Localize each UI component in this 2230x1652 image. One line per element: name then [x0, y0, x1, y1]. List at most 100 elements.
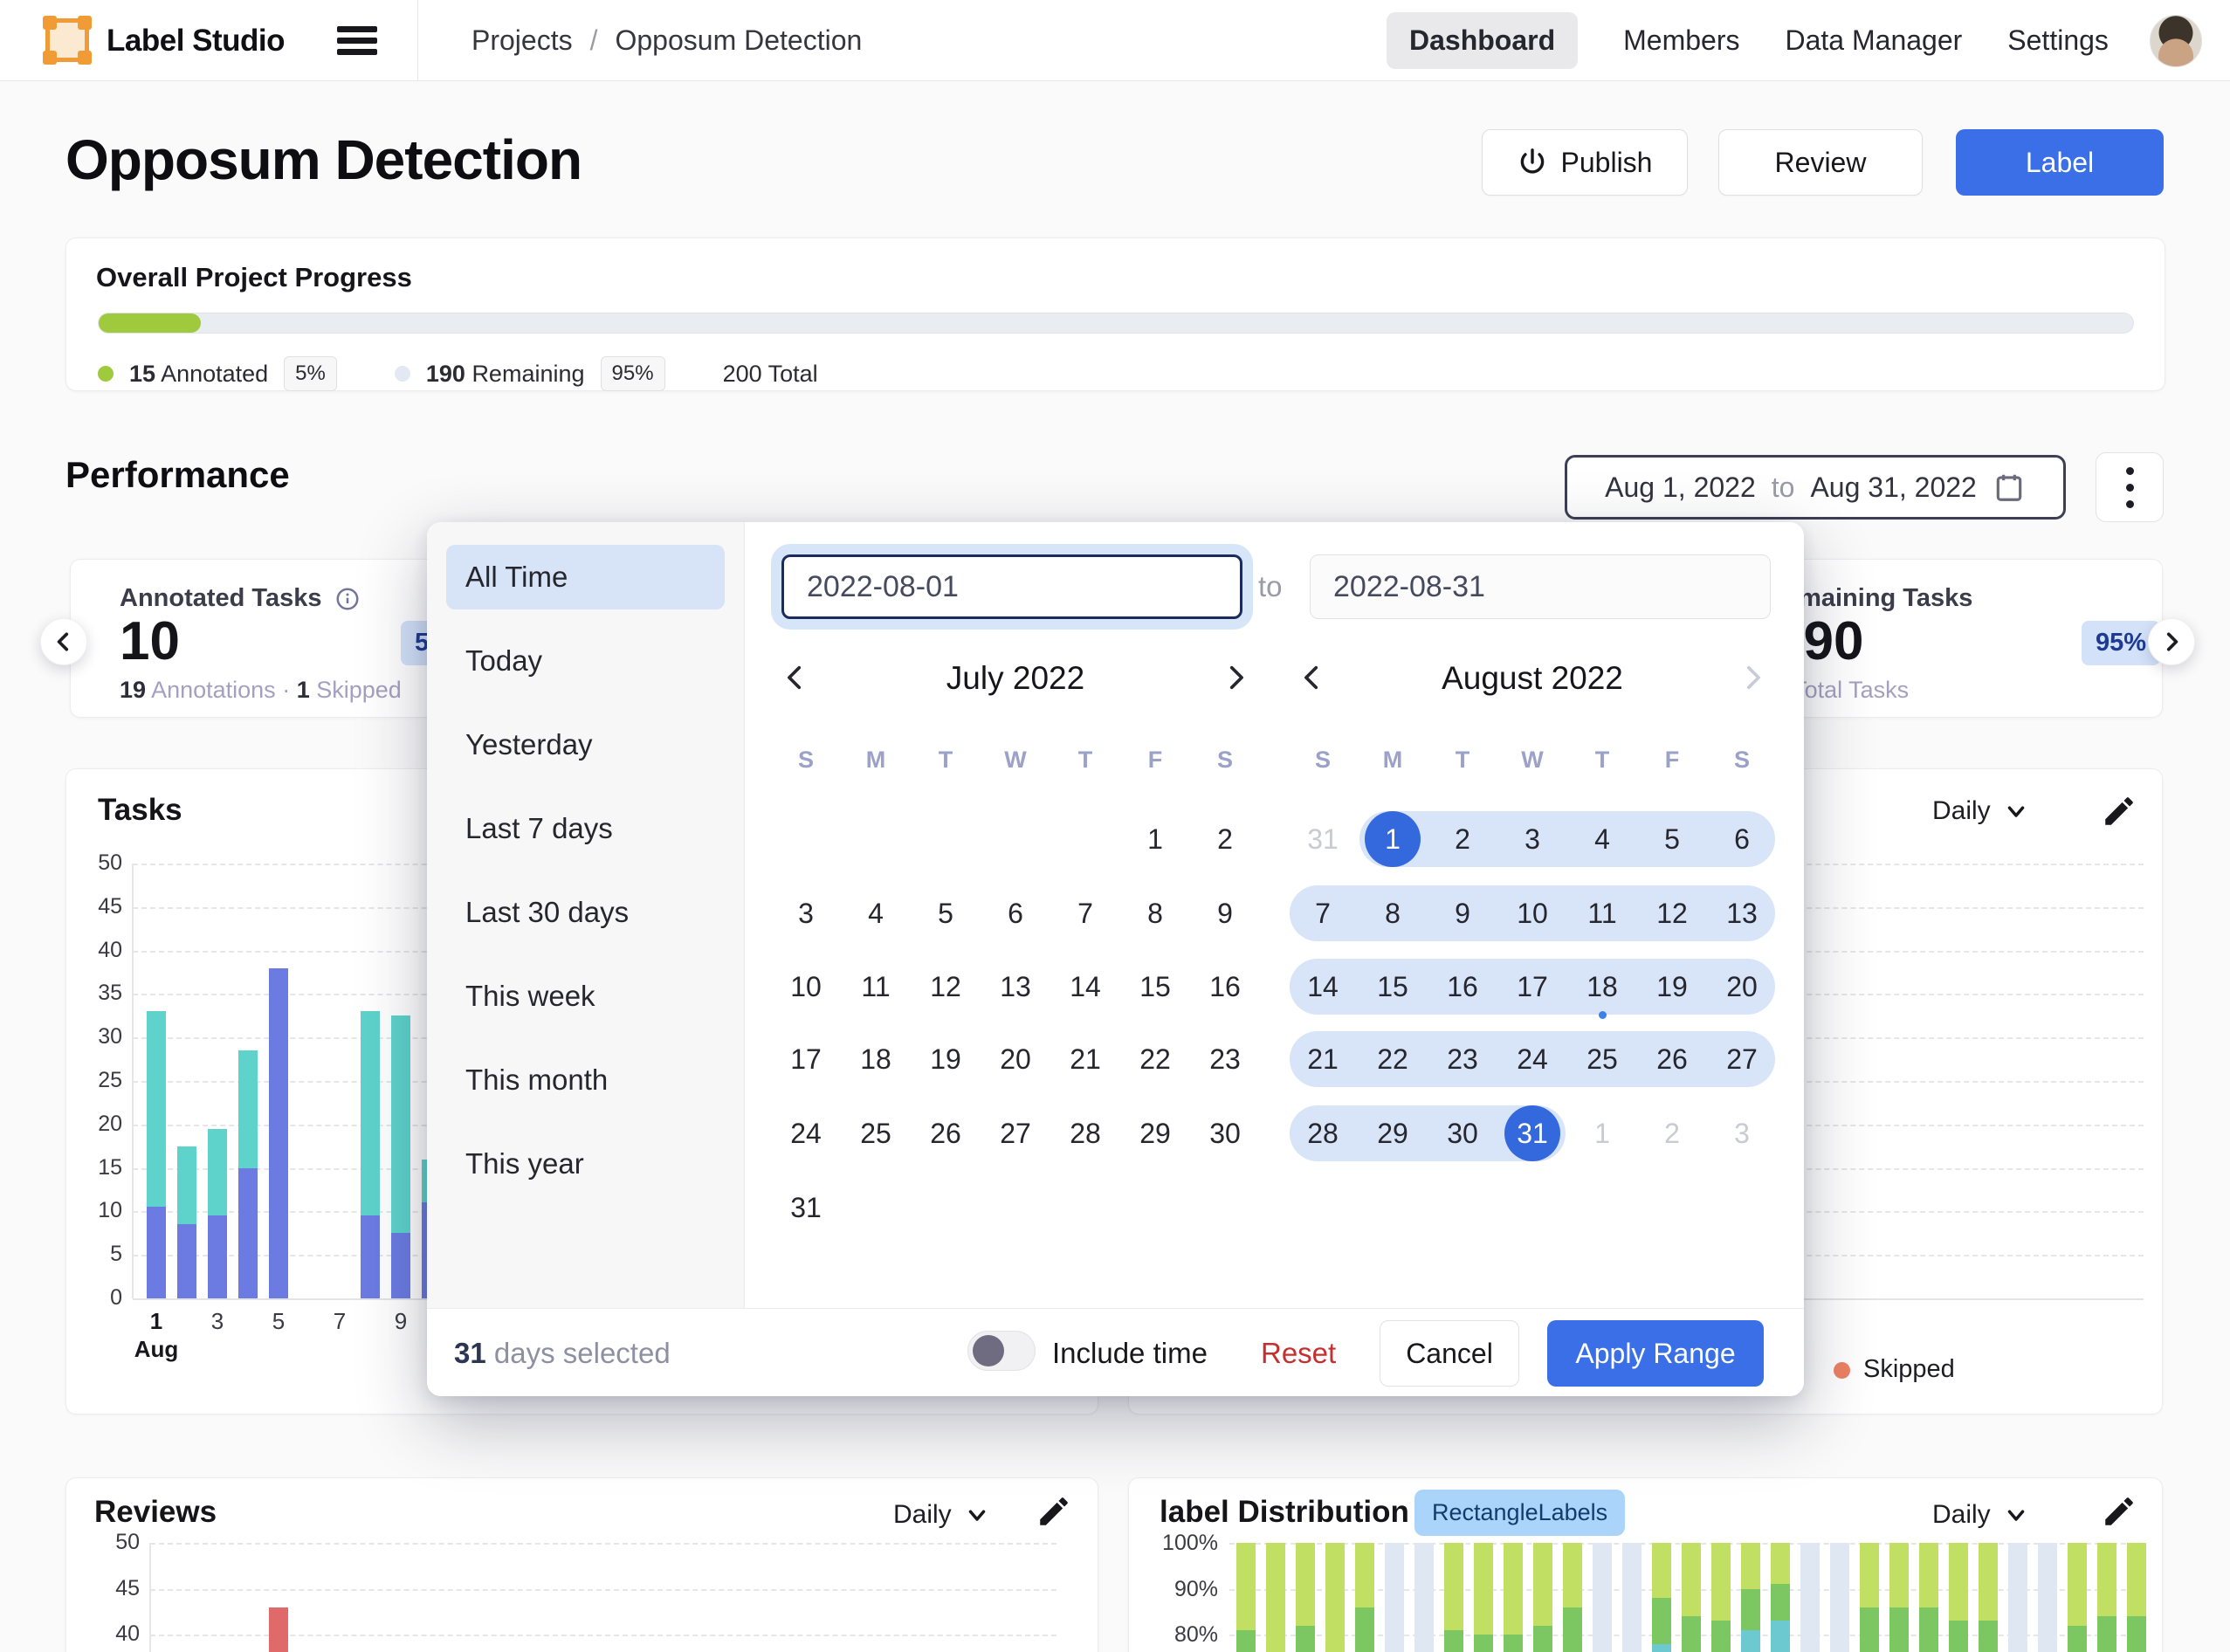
day-august-2022-20[interactable]: 20 [1707, 950, 1777, 1023]
day-august-2022-2[interactable]: 2 [1428, 802, 1497, 876]
day-july-2022-28[interactable]: 28 [1050, 1097, 1120, 1170]
day-august-2022-30[interactable]: 30 [1428, 1097, 1497, 1170]
day-july-2022-10[interactable]: 10 [771, 950, 841, 1023]
day-july-2022-15[interactable]: 15 [1120, 950, 1190, 1023]
day-july-2022-19[interactable]: 19 [911, 1022, 981, 1096]
preset-last-30-days[interactable]: Last 30 days [427, 871, 744, 954]
day-august-2022-7[interactable]: 7 [1288, 877, 1358, 950]
day-august-2022-5[interactable]: 5 [1637, 802, 1707, 876]
daily-tasks-edit-icon[interactable] [2101, 793, 2137, 829]
day-august-2022-24[interactable]: 24 [1497, 1022, 1567, 1096]
day-july-2022-23[interactable]: 23 [1190, 1022, 1260, 1096]
day-july-2022-21[interactable]: 21 [1050, 1022, 1120, 1096]
preset-yesterday[interactable]: Yesterday [427, 703, 744, 787]
reviews-edit-icon[interactable] [1036, 1493, 1072, 1530]
preset-this-week[interactable]: This week [427, 954, 744, 1038]
day-august-2022-13[interactable]: 13 [1707, 877, 1777, 950]
day-august-2022-26[interactable]: 26 [1637, 1022, 1707, 1096]
day-august-2022-29[interactable]: 29 [1358, 1097, 1428, 1170]
day-july-2022-13[interactable]: 13 [981, 950, 1050, 1023]
review-button[interactable]: Review [1718, 129, 1923, 196]
prev-month-icon-august-2022[interactable] [1293, 658, 1332, 697]
day-july-2022-22[interactable]: 22 [1120, 1022, 1190, 1096]
preset-today[interactable]: Today [427, 619, 744, 703]
day-august-2022-11[interactable]: 11 [1567, 877, 1637, 950]
day-august-2022-10[interactable]: 10 [1497, 877, 1567, 950]
day-july-2022-30[interactable]: 30 [1190, 1097, 1260, 1170]
day-july-2022-25[interactable]: 25 [841, 1097, 911, 1170]
day-august-2022-16[interactable]: 16 [1428, 950, 1497, 1023]
day-july-2022-14[interactable]: 14 [1050, 950, 1120, 1023]
next-month-icon-august-2022[interactable] [1733, 658, 1772, 697]
day-july-2022-12[interactable]: 12 [911, 950, 981, 1023]
nav-item-settings[interactable]: Settings [2007, 24, 2109, 57]
include-time-toggle[interactable] [967, 1331, 1036, 1371]
day-july-2022-24[interactable]: 24 [771, 1097, 841, 1170]
daily-tasks-period-dropdown[interactable]: Daily [1932, 796, 2029, 826]
hamburger-menu-icon[interactable] [337, 26, 377, 56]
day-august-2022-12[interactable]: 12 [1637, 877, 1707, 950]
label-distribution-edit-icon[interactable] [2101, 1493, 2137, 1530]
day-july-2022-16[interactable]: 16 [1190, 950, 1260, 1023]
next-month-icon-july-2022[interactable] [1216, 658, 1255, 697]
day-august-2022-4[interactable]: 4 [1567, 802, 1637, 876]
day-july-2022-26[interactable]: 26 [911, 1097, 981, 1170]
day-august-2022-1[interactable]: 1 [1567, 1097, 1637, 1170]
day-july-2022-17[interactable]: 17 [771, 1022, 841, 1096]
day-august-2022-15[interactable]: 15 [1358, 950, 1428, 1023]
day-july-2022-20[interactable]: 20 [981, 1022, 1050, 1096]
label-distribution-period-dropdown[interactable]: Daily [1932, 1500, 2029, 1530]
day-august-2022-22[interactable]: 22 [1358, 1022, 1428, 1096]
day-august-2022-2[interactable]: 2 [1637, 1097, 1707, 1170]
day-august-2022-3[interactable]: 3 [1707, 1097, 1777, 1170]
reset-button[interactable]: Reset [1261, 1337, 1336, 1370]
date-range-button[interactable]: Aug 1, 2022 to Aug 31, 2022 [1565, 455, 2066, 520]
day-july-2022-9[interactable]: 9 [1190, 877, 1260, 950]
publish-button[interactable]: Publish [1482, 129, 1688, 196]
day-august-2022-8[interactable]: 8 [1358, 877, 1428, 950]
cancel-button[interactable]: Cancel [1380, 1320, 1519, 1387]
day-july-2022-3[interactable]: 3 [771, 877, 841, 950]
performance-menu-button[interactable] [2096, 452, 2164, 522]
day-july-2022-5[interactable]: 5 [911, 877, 981, 950]
breadcrumb-projects[interactable]: Projects [471, 24, 573, 56]
day-july-2022-31[interactable]: 31 [771, 1171, 841, 1244]
day-august-2022-27[interactable]: 27 [1707, 1022, 1777, 1096]
carousel-next-button[interactable] [2148, 618, 2195, 665]
start-date-input[interactable] [781, 554, 1242, 619]
nav-item-dashboard[interactable]: Dashboard [1387, 12, 1578, 69]
user-avatar[interactable] [2150, 15, 2202, 67]
apply-range-button[interactable]: Apply Range [1547, 1320, 1764, 1387]
prev-month-icon-july-2022[interactable] [776, 658, 815, 697]
nav-item-members[interactable]: Members [1623, 24, 1739, 57]
preset-this-month[interactable]: This month [427, 1038, 744, 1122]
day-august-2022-23[interactable]: 23 [1428, 1022, 1497, 1096]
day-july-2022-27[interactable]: 27 [981, 1097, 1050, 1170]
day-august-2022-25[interactable]: 25 [1567, 1022, 1637, 1096]
day-july-2022-18[interactable]: 18 [841, 1022, 911, 1096]
day-july-2022-1[interactable]: 1 [1120, 802, 1190, 876]
day-july-2022-11[interactable]: 11 [841, 950, 911, 1023]
day-august-2022-1[interactable]: 1 [1358, 802, 1428, 876]
day-august-2022-28[interactable]: 28 [1288, 1097, 1358, 1170]
label-button[interactable]: Label [1956, 129, 2164, 196]
preset-all-time[interactable]: All Time [427, 535, 744, 619]
day-july-2022-8[interactable]: 8 [1120, 877, 1190, 950]
end-date-input[interactable] [1310, 554, 1771, 619]
carousel-prev-button[interactable] [40, 618, 87, 665]
day-july-2022-4[interactable]: 4 [841, 877, 911, 950]
day-august-2022-14[interactable]: 14 [1288, 950, 1358, 1023]
day-august-2022-19[interactable]: 19 [1637, 950, 1707, 1023]
day-july-2022-2[interactable]: 2 [1190, 802, 1260, 876]
day-august-2022-31[interactable]: 31 [1288, 802, 1358, 876]
day-august-2022-31[interactable]: 31 [1497, 1097, 1567, 1170]
nav-item-data-manager[interactable]: Data Manager [1786, 24, 1963, 57]
day-july-2022-29[interactable]: 29 [1120, 1097, 1190, 1170]
info-icon[interactable] [334, 586, 361, 612]
reviews-period-dropdown[interactable]: Daily [893, 1500, 990, 1530]
day-august-2022-9[interactable]: 9 [1428, 877, 1497, 950]
day-august-2022-6[interactable]: 6 [1707, 802, 1777, 876]
day-july-2022-6[interactable]: 6 [981, 877, 1050, 950]
preset-this-year[interactable]: This year [427, 1122, 744, 1206]
day-august-2022-3[interactable]: 3 [1497, 802, 1567, 876]
